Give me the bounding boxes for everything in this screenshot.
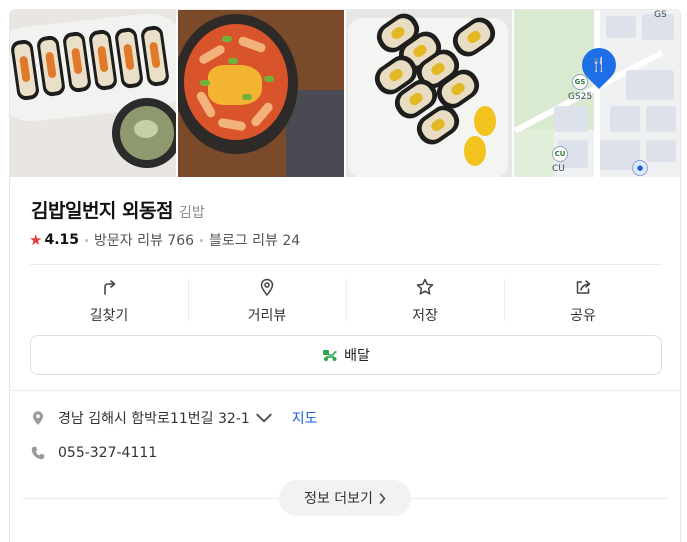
kimbap-plate-photo[interactable]	[10, 10, 176, 177]
location-pin-icon	[33, 411, 43, 425]
phone-icon	[31, 446, 45, 460]
tteokbokki-photo[interactable]	[178, 10, 344, 177]
rating-value: 4.15	[44, 232, 79, 248]
directions-label: 길찾기	[89, 308, 129, 324]
delivery-label: 배달	[344, 348, 370, 364]
save-label: 저장	[412, 308, 438, 324]
cu-poi-icon: CU	[552, 146, 568, 162]
separator-dot	[85, 238, 88, 242]
map-label-gs25: GS25	[568, 92, 593, 102]
delivery-scooter-icon	[323, 350, 337, 361]
gs25-poi-icon: GS	[572, 74, 588, 90]
building-poi-icon: ●	[632, 160, 648, 176]
address-text: 경남 김해시 함박로11번길 32-1	[58, 411, 250, 427]
star-icon: ★	[29, 231, 43, 249]
place-name: 김밥일번지 외동점	[31, 200, 173, 222]
kimbap-rolls-photo[interactable]	[346, 10, 512, 177]
restaurant-icon: 🍴	[590, 57, 608, 73]
share-icon	[576, 280, 591, 294]
more-info-button[interactable]: 정보 더보기	[279, 480, 411, 516]
streetview-button[interactable]: 거리뷰	[188, 275, 346, 325]
directions-icon	[104, 280, 116, 295]
map-label-cu: CU	[552, 164, 565, 174]
separator-dot	[200, 238, 204, 242]
map-link[interactable]: 지도	[292, 408, 318, 428]
share-button[interactable]: 공유	[504, 275, 662, 325]
phone-row: 055-327-4111	[30, 445, 157, 461]
divider	[30, 264, 662, 265]
chevron-right-icon	[379, 492, 386, 504]
place-card: 🍴 GS GS25 CU CU GS ● 김밥일번지 외동점 김밥 ★ 4.15…	[9, 9, 681, 542]
map-label-corner: GS	[654, 10, 667, 20]
share-label: 공유	[570, 308, 596, 324]
save-button[interactable]: 저장	[346, 275, 504, 325]
photo-strip: 🍴 GS GS25 CU CU GS ●	[10, 10, 680, 177]
location-map[interactable]: 🍴 GS GS25 CU CU GS ●	[514, 10, 680, 177]
star-outline-icon	[416, 278, 434, 295]
place-category: 김밥	[178, 205, 205, 221]
streetview-label: 거리뷰	[247, 308, 287, 324]
blog-reviews-link[interactable]: 블로그 리뷰 24	[209, 230, 300, 250]
place-title-row: 김밥일번지 외동점 김밥	[31, 196, 205, 223]
address-row: 경남 김해시 함박로11번길 32-1 지도	[30, 408, 318, 428]
directions-button[interactable]: 길찾기	[30, 275, 188, 325]
section-divider	[10, 390, 680, 391]
action-bar: 길찾기 거리뷰 저장 공유	[30, 275, 662, 325]
review-stats: ★ 4.15 방문자 리뷰 766 블로그 리뷰 24	[29, 230, 300, 250]
chevron-down-icon[interactable]	[256, 410, 284, 426]
delivery-button[interactable]: 배달	[30, 335, 662, 375]
visitor-reviews-link[interactable]: 방문자 리뷰 766	[94, 230, 194, 250]
phone-number[interactable]: 055-327-4111	[58, 445, 157, 461]
more-info-label: 정보 더보기	[304, 491, 373, 507]
streetview-pin-icon	[260, 278, 274, 296]
